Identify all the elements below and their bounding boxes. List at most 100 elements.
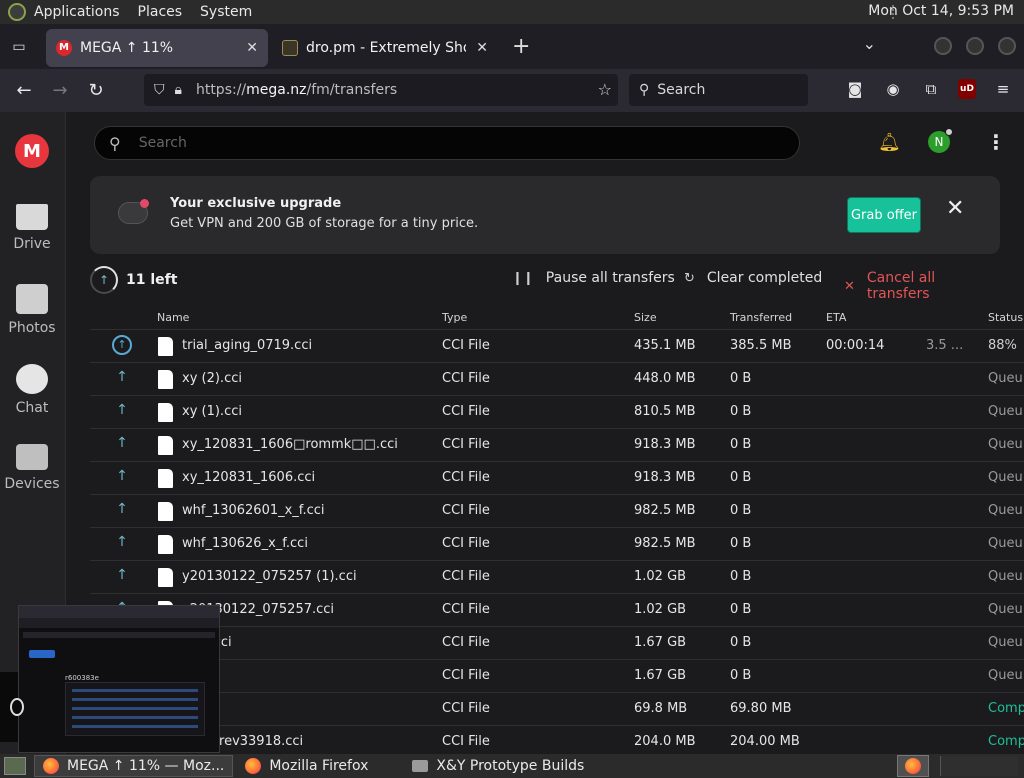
column-size[interactable]: Size — [634, 311, 657, 324]
notification-bell-icon[interactable]: 🔔︎ — [878, 132, 901, 153]
file-icon — [158, 436, 173, 455]
column-eta[interactable]: ETA — [826, 311, 846, 324]
new-tab-icon[interactable]: + — [512, 34, 530, 59]
bookmark-star-icon[interactable]: ☆ — [598, 80, 612, 99]
banner-title: Your exclusive upgrade — [170, 196, 342, 211]
hamburger-menu-icon[interactable]: ≡ — [992, 77, 1014, 101]
transfers-table-header: Name Type Size Transferred ETA Status — [90, 306, 1024, 330]
account-icon[interactable]: ◉ — [882, 77, 904, 101]
close-banner-icon[interactable]: ✕ — [946, 196, 964, 221]
taskbar-item-folder[interactable]: X&Y Prototype Builds — [404, 755, 592, 777]
firefox-view-icon[interactable]: ▭ — [0, 24, 38, 69]
maximize-window-icon[interactable] — [966, 37, 984, 55]
status-value: Comp — [988, 701, 1024, 716]
table-row[interactable]: ↑CCI File1.67 GB0 BQueu — [90, 660, 1024, 693]
status-value: Queu — [988, 470, 1023, 485]
top-panel: Applications Places System Mon Oct 14, 9… — [0, 0, 1024, 24]
back-arrow-icon[interactable]: ← — [6, 73, 42, 109]
table-row[interactable]: ↑ whf_130626_x_f.cci CCI File 982.5 MB 0 B Qu… — [90, 528, 1024, 561]
table-row[interactable]: ↑k_xy.cciCCI File1.67 GB0 BQueu — [90, 627, 1024, 660]
pause-all-button[interactable]: ❙❙ Pause all transfers — [512, 270, 675, 286]
browser-search-field[interactable]: ⚲ Search — [629, 74, 808, 106]
file-size: 982.5 MB — [634, 536, 696, 551]
forward-arrow-icon[interactable]: → — [42, 73, 78, 109]
avatar[interactable]: N — [928, 128, 953, 153]
menu-applications[interactable]: Applications — [34, 4, 120, 20]
transferred-amount: 0 B — [730, 668, 752, 683]
status-value: Queu — [988, 569, 1023, 584]
file-name: trial_aging_0719.cci — [182, 338, 313, 353]
tab-close-icon[interactable]: ✕ — [246, 40, 258, 56]
mega-logo[interactable]: M — [15, 134, 49, 168]
tab-dro[interactable]: dro.pm - Extremely Short Li ✕ — [272, 29, 498, 67]
pocket-icon[interactable]: ◙ — [844, 77, 866, 101]
table-row[interactable]: ↑ whf_13062601_x_f.cci CCI File 982.5 MB 0 B… — [90, 495, 1024, 528]
close-window-icon[interactable] — [998, 37, 1016, 55]
reload-icon[interactable]: ↻ — [78, 73, 114, 109]
search-placeholder: Search — [657, 82, 706, 98]
column-type[interactable]: Type — [442, 311, 467, 324]
column-name[interactable]: Name — [157, 311, 189, 324]
file-type: CCI File — [442, 701, 490, 716]
file-name: xy_120831_1606□rommk□□.cci — [182, 437, 398, 452]
transferred-amount: 0 B — [730, 371, 752, 386]
show-desktop-icon[interactable] — [4, 757, 26, 775]
table-row[interactable]: ↑ y20130122_075257 (1).cci CCI File 1.02 GB… — [90, 561, 1024, 594]
file-name: whf_130626_x_f.cci — [182, 536, 308, 551]
column-transferred[interactable]: Transferred — [730, 311, 792, 324]
more-options-icon[interactable]: ⋮ — [986, 130, 1006, 154]
upload-arrow-icon: ↑ — [116, 567, 128, 583]
tab-mega[interactable]: M MEGA ↑ 11% ✕ — [46, 28, 268, 67]
window-preview-thumbnail[interactable]: r600383e — [18, 605, 220, 753]
ublock-icon[interactable]: uD — [958, 79, 976, 99]
status-value: Queu — [988, 437, 1023, 452]
firefox-icon — [43, 758, 59, 774]
transferred-amount: 0 B — [730, 536, 752, 551]
file-type: CCI File — [442, 470, 490, 485]
mega-search-input[interactable]: ⚲ Search — [94, 126, 800, 160]
search-icon: ⚲ — [109, 133, 121, 153]
tab-close-icon[interactable]: ✕ — [476, 40, 488, 56]
distro-logo-icon[interactable] — [8, 3, 26, 21]
transfers-toolbar: ↑ 11 left ❙❙ Pause all transfers ↻ Clear c… — [90, 264, 1000, 302]
cancel-all-button[interactable]: ✕ Cancel all transfers — [844, 270, 1000, 302]
panel-clock[interactable]: Mon Oct 14, 9:53 PM — [868, 3, 1014, 19]
extensions-icon[interactable]: ⧉ — [920, 77, 942, 101]
address-bar[interactable]: ⛉ 🔒︎ https://mega.nz/fm/transfers ☆ — [144, 74, 618, 106]
transferred-amount: 69.80 MB — [730, 701, 792, 716]
workspace-switcher-empty[interactable] — [940, 756, 1018, 776]
taskbar-item-firefox[interactable]: Mozilla Firefox — [237, 755, 376, 777]
table-row[interactable]: ↑ trial_aging_0719.cci CCI File 435.1 MB 385… — [90, 330, 1024, 363]
taskbar-item-mega[interactable]: MEGA ↑ 11% — Moz... — [34, 755, 234, 777]
grab-offer-button[interactable]: Grab offer — [847, 197, 921, 233]
workspace-switcher[interactable] — [897, 755, 929, 777]
sidebar-item-devices[interactable]: Devices — [0, 444, 64, 492]
sidebar-item-chat[interactable]: Chat — [0, 364, 64, 416]
upload-arrow-icon: ↑ — [116, 435, 128, 451]
table-row[interactable]: ↑n.cciCCI File69.8 MB69.80 MBComp — [90, 693, 1024, 726]
sidebar-item-drive[interactable]: Drive — [0, 204, 64, 252]
table-row[interactable]: ↑y20130122_075257.cciCCI File1.02 GB0 BQ… — [90, 594, 1024, 627]
tab-strip: ▭ M MEGA ↑ 11% ✕ dro.pm - Extremely Shor… — [0, 24, 1024, 69]
url-text: https://mega.nz/fm/transfers — [195, 82, 398, 98]
menu-system[interactable]: System — [200, 4, 252, 20]
file-size: 1.02 GB — [634, 602, 687, 617]
minimize-window-icon[interactable] — [934, 37, 952, 55]
file-size: 918.3 MB — [634, 470, 696, 485]
sidebar-item-label: Photos — [8, 320, 56, 336]
shield-icon[interactable]: ⛉ — [154, 82, 165, 98]
clear-completed-button[interactable]: ↻ Clear completed — [684, 270, 822, 286]
column-status[interactable]: Status — [988, 311, 1023, 324]
table-row[interactable]: ↑ xy (1).cci CCI File 810.5 MB 0 B Queu — [90, 396, 1024, 429]
lock-icon[interactable]: 🔒︎ — [175, 82, 182, 98]
file-name: whf_13062601_x_f.cci — [182, 503, 325, 518]
table-row[interactable]: ↑ xy (2).cci CCI File 448.0 MB 0 B Queu — [90, 363, 1024, 396]
firefox-icon — [245, 758, 262, 774]
drive-icon — [16, 204, 48, 230]
sidebar-item-photos[interactable]: Photos — [0, 284, 64, 336]
menu-places[interactable]: Places — [138, 4, 183, 20]
upload-arrow-icon: ↑ — [116, 402, 128, 418]
chevron-down-icon[interactable]: ⌄ — [863, 34, 876, 53]
table-row[interactable]: ↑ xy_120831_1606□rommk□□.cci CCI File 918.3… — [90, 429, 1024, 462]
table-row[interactable]: ↑ xy_120831_1606.cci CCI File 918.3 MB 0 B Qu… — [90, 462, 1024, 495]
